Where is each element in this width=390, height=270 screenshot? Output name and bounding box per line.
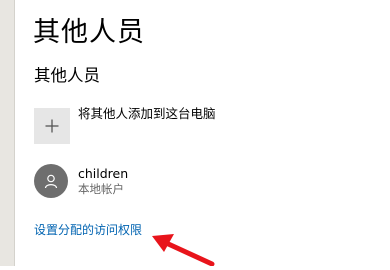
add-person-label: 将其他人添加到这台电脑 [78,106,216,121]
account-type: 本地帐户 [78,181,124,196]
user-list-item[interactable]: children 本地帐户 [34,164,128,198]
plus-icon [44,118,60,134]
page-title: 其他人员 [33,17,145,48]
section-title: 其他人员 [34,66,100,85]
assigned-access-link[interactable]: 设置分配的访问权限 [34,221,142,238]
user-info: children 本地帐户 [78,166,128,197]
person-icon [43,173,59,189]
add-tile[interactable] [34,108,70,144]
add-person-button[interactable]: 将其他人添加到这台电脑 [34,106,216,144]
user-name: children [78,165,129,181]
red-arrow-annotation-icon [150,228,220,270]
avatar[interactable] [34,164,68,198]
window-left-edge [0,0,15,266]
